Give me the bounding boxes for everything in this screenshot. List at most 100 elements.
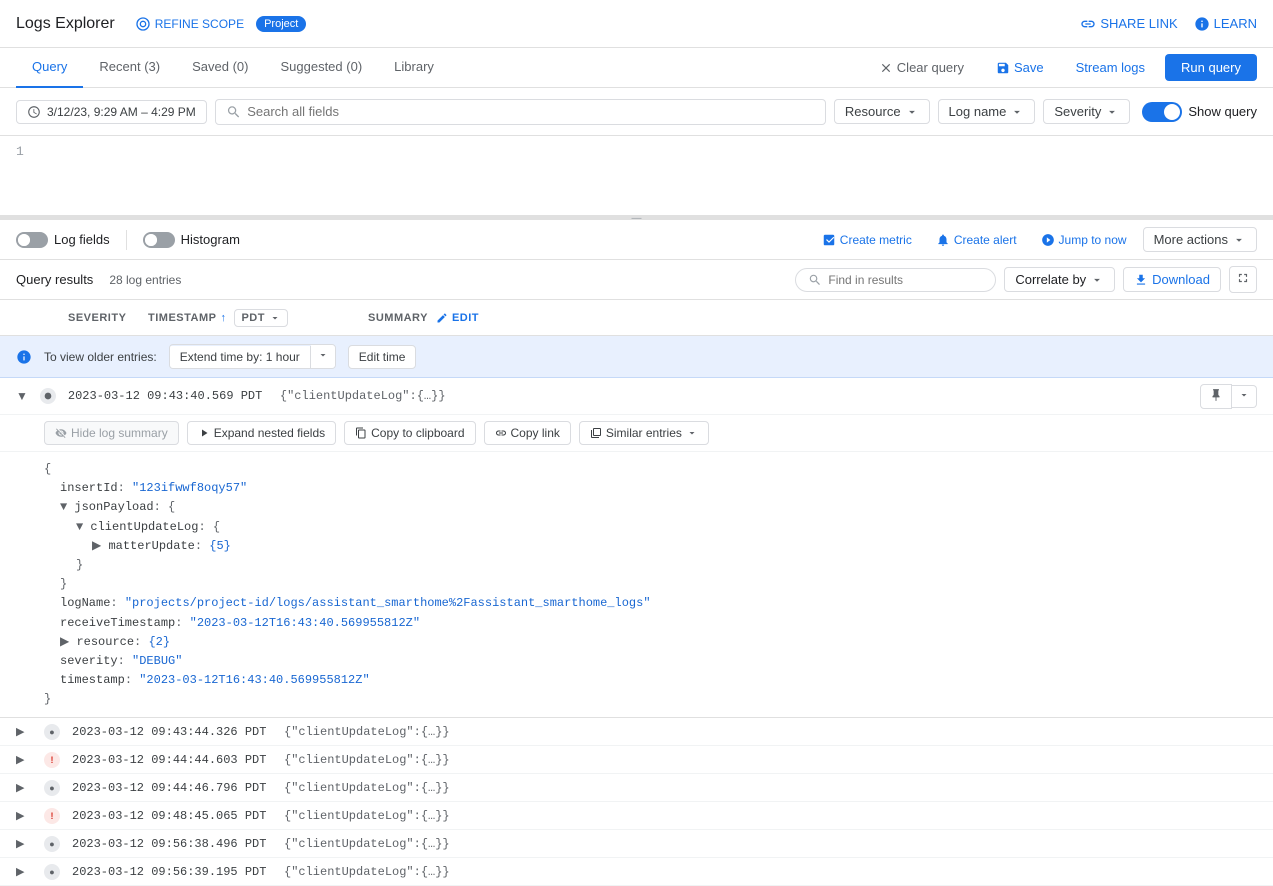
row-expand-chevron[interactable]: ▶: [16, 781, 32, 794]
chevron-down-icon: [905, 105, 919, 119]
tab-saved[interactable]: Saved (0): [176, 48, 264, 88]
collapse-chevron-icon[interactable]: ▼: [16, 389, 28, 403]
save-button[interactable]: Save: [984, 54, 1056, 81]
extend-dropdown-icon[interactable]: [311, 345, 335, 368]
entry-timestamp: 2023-03-12 09:43:40.569 PDT: [68, 389, 268, 403]
pdt-timezone-button[interactable]: PDT: [234, 309, 288, 327]
jump-to-now-button[interactable]: Jump to now: [1033, 229, 1135, 251]
severity-filter[interactable]: Severity: [1043, 99, 1130, 124]
log-entry-row[interactable]: ▶ ● 2023-03-12 09:43:44.326 PDT {"client…: [0, 718, 1273, 746]
create-alert-button[interactable]: Create alert: [928, 229, 1025, 251]
pin-icon: [1209, 388, 1223, 402]
histogram-switch[interactable]: [143, 232, 175, 248]
date-range-picker[interactable]: 3/12/23, 9:29 AM – 4:29 PM: [16, 100, 207, 124]
more-actions-button[interactable]: More actions: [1143, 227, 1257, 252]
histogram-toggle[interactable]: Histogram: [143, 232, 240, 248]
chevron-down-icon3: [1105, 105, 1119, 119]
copy-clipboard-button[interactable]: Copy to clipboard: [344, 421, 475, 445]
row-severity-icon: ●: [44, 780, 60, 796]
log-field-clientUpdateLog-close: }: [76, 556, 1257, 575]
metric-icon: [822, 233, 836, 247]
refine-scope-label: REFINE SCOPE: [155, 17, 244, 31]
row-expand-chevron[interactable]: ▶: [16, 837, 32, 850]
log-entry-row[interactable]: ▶ ● 2023-03-12 09:56:38.496 PDT {"client…: [0, 830, 1273, 858]
find-in-results[interactable]: [795, 268, 996, 292]
log-actions-bar: Hide log summary Expand nested fields Co…: [0, 414, 1273, 451]
log-field-receiveTimestamp: receiveTimestamp: "2023-03-12T16:43:40.5…: [60, 614, 1257, 633]
expand-icon: [1236, 271, 1250, 285]
app-title: Logs Explorer: [16, 15, 115, 33]
query-editor[interactable]: 1: [0, 136, 1273, 216]
create-metric-button[interactable]: Create metric: [814, 229, 920, 251]
clear-query-button[interactable]: Clear query: [867, 54, 976, 81]
severity-header[interactable]: SEVERITY: [68, 312, 148, 324]
share-link-button[interactable]: SHARE LINK: [1080, 16, 1177, 32]
row-summary: {"clientUpdateLog":{…}}: [284, 865, 1257, 879]
copy-link-button[interactable]: Copy link: [484, 421, 571, 445]
learn-button[interactable]: LEARN: [1194, 16, 1257, 32]
show-query-toggle[interactable]: ✓: [1142, 102, 1182, 122]
hide-log-summary-button[interactable]: Hide log summary: [44, 421, 179, 445]
stream-logs-button[interactable]: Stream logs: [1064, 54, 1157, 81]
tab-query[interactable]: Query: [16, 48, 83, 88]
search-input[interactable]: [247, 104, 815, 119]
share-link-label: SHARE LINK: [1100, 16, 1177, 31]
controls-bar: Log fields Histogram Create metric Creat…: [0, 220, 1273, 260]
resource-filter[interactable]: Resource: [834, 99, 930, 124]
log-entry-row[interactable]: ▶ ! 2023-03-12 09:48:45.065 PDT {"client…: [0, 802, 1273, 830]
pin-dropdown-button[interactable]: [1232, 385, 1257, 408]
similar-entries-button[interactable]: Similar entries: [579, 421, 709, 445]
log-field-jsonPayload-close: }: [60, 575, 1257, 594]
nav-actions: Clear query Save Stream logs Run query: [867, 54, 1257, 81]
find-input[interactable]: [828, 273, 983, 287]
show-query-label: Show query: [1188, 104, 1257, 119]
expand-table-button[interactable]: [1229, 266, 1257, 293]
histogram-label: Histogram: [181, 232, 240, 247]
log-field-clientUpdateLog: ▼ clientUpdateLog: {: [76, 518, 1257, 537]
log-entry-row[interactable]: ▶ ● 2023-03-12 09:56:39.195 PDT {"client…: [0, 858, 1273, 886]
edit-time-button[interactable]: Edit time: [348, 345, 417, 369]
log-field-jsonPayload: ▼ jsonPayload: {: [60, 498, 1257, 517]
row-severity-icon: ●: [44, 724, 60, 740]
tab-recent[interactable]: Recent (3): [83, 48, 176, 88]
expanded-entry-header[interactable]: ▼ 2023-03-12 09:43:40.569 PDT {"clientUp…: [0, 378, 1273, 414]
tab-suggested[interactable]: Suggested (0): [264, 48, 378, 88]
extend-time-label: Extend time by: 1 hour: [170, 346, 311, 368]
top-bar: Logs Explorer REFINE SCOPE Project SHARE…: [0, 0, 1273, 48]
extend-time-button[interactable]: Extend time by: 1 hour: [169, 344, 336, 369]
log-fields-toggle[interactable]: Log fields: [16, 232, 110, 248]
divider: [126, 230, 127, 250]
tab-library[interactable]: Library: [378, 48, 450, 88]
download-button[interactable]: Download: [1123, 267, 1221, 292]
row-expand-chevron[interactable]: ▶: [16, 725, 32, 738]
refine-scope-icon: [135, 16, 151, 32]
correlate-button[interactable]: Correlate by: [1004, 267, 1115, 292]
refine-scope-button[interactable]: REFINE SCOPE: [135, 16, 244, 32]
log-entry-row[interactable]: ▶ ! 2023-03-12 09:44:44.603 PDT {"client…: [0, 746, 1273, 774]
log-field-resource: ▶ resource: {2}: [60, 633, 1257, 652]
log-fields-switch[interactable]: [16, 232, 48, 248]
info-icon: [16, 349, 32, 365]
severity-debug-icon: [40, 388, 56, 404]
log-entry-row[interactable]: ▶ ● 2023-03-12 09:44:46.796 PDT {"client…: [0, 774, 1273, 802]
edit-summary-button[interactable]: EDIT: [436, 312, 479, 324]
jump-icon: [1041, 233, 1055, 247]
chevron-down-icon2: [1010, 105, 1024, 119]
results-title: Query results: [16, 272, 93, 287]
row-summary: {"clientUpdateLog":{…}}: [284, 781, 1257, 795]
banner-text: To view older entries:: [44, 350, 157, 364]
log-field-matterUpdate: ▶ matterUpdate: {5}: [92, 537, 1257, 556]
entry-actions: [1200, 384, 1257, 409]
timestamp-header[interactable]: TIMESTAMP ↑ PDT: [148, 309, 368, 327]
search-field[interactable]: [215, 99, 826, 125]
run-query-button[interactable]: Run query: [1165, 54, 1257, 81]
log-field-timestamp: timestamp: "2023-03-12T16:43:40.56995581…: [60, 671, 1257, 690]
log-name-filter[interactable]: Log name: [938, 99, 1036, 124]
row-expand-chevron[interactable]: ▶: [16, 753, 32, 766]
pin-button[interactable]: [1200, 384, 1232, 409]
expand-nested-button[interactable]: Expand nested fields: [187, 421, 336, 445]
row-expand-chevron[interactable]: ▶: [16, 865, 32, 878]
row-expand-chevron[interactable]: ▶: [16, 809, 32, 822]
row-severity-icon: ●: [44, 864, 60, 880]
edit-icon: [436, 312, 448, 324]
